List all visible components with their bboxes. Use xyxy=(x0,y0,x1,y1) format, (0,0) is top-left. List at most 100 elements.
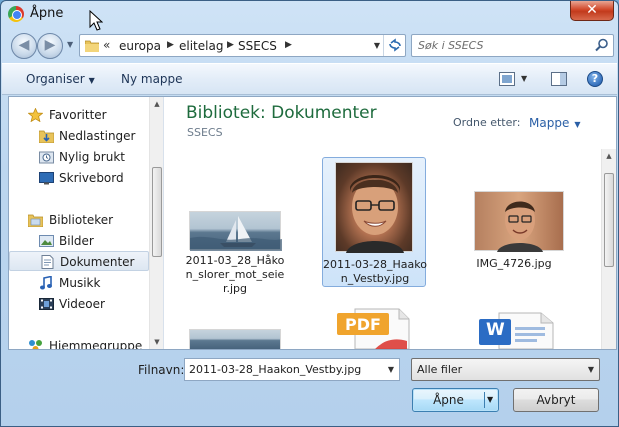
word-file-icon[interactable]: W xyxy=(475,309,555,349)
sidebar-item-label: Hjemmegruppe xyxy=(49,339,143,349)
search-icon[interactable] xyxy=(595,38,609,52)
sidebar-item-libraries[interactable]: Biblioteker xyxy=(9,210,149,230)
chevron-down-icon: ▼ xyxy=(574,120,581,129)
portrait-image xyxy=(497,200,543,252)
sidebar-item-label: Favoritter xyxy=(49,108,107,122)
sidebar-item-label: Musikk xyxy=(59,276,101,290)
sidebar-item-recent[interactable]: Nylig brukt xyxy=(9,147,149,167)
sidebar-item-label: Nedlastinger xyxy=(59,129,136,143)
view-options-icon[interactable] xyxy=(499,72,515,86)
sidebar-item-favorites[interactable]: Favoritter xyxy=(9,105,149,125)
library-subtitle: SSECS xyxy=(187,126,223,139)
sidebar-item-homegroup[interactable]: Hjemmegruppe xyxy=(9,336,149,349)
preview-pane-icon[interactable] xyxy=(551,72,567,86)
libraries-icon xyxy=(28,214,43,227)
split-divider xyxy=(484,392,485,408)
title-bar: Åpne ✕ xyxy=(1,1,618,31)
videos-library-icon xyxy=(39,298,54,310)
file-thumbnail xyxy=(335,162,413,253)
breadcrumb-europa[interactable]: europa xyxy=(119,39,161,53)
scroll-down-icon[interactable]: ▼ xyxy=(150,335,163,349)
file-item-selected[interactable]: 2011-03-28_Haakon_Vestby.jpg xyxy=(322,157,427,287)
scroll-up-icon[interactable]: ▲ xyxy=(150,97,163,111)
downloads-folder-icon xyxy=(39,130,54,143)
sidebar-item-videos[interactable]: Videoer xyxy=(9,294,149,314)
sidebar-item-music[interactable]: Musikk xyxy=(9,273,149,293)
homegroup-icon xyxy=(29,340,42,349)
breadcrumb-elitelag[interactable]: elitelag xyxy=(179,39,223,53)
library-title: Bibliotek: Dokumenter xyxy=(186,103,377,123)
navigation-bar: ◀ ▶ ▼ « europa ▶ elitelag ▶ SSECS ▶ ▼ xyxy=(1,29,618,61)
recent-places-icon xyxy=(39,151,54,164)
organize-menu-button[interactable]: Organiser ▼ xyxy=(26,72,95,86)
sidebar-item-label: Biblioteker xyxy=(49,213,114,227)
address-bar[interactable]: « europa ▶ elitelag ▶ SSECS ▶ ▼ xyxy=(79,34,406,57)
file-thumbnail xyxy=(189,211,282,251)
sidebar-item-desktop[interactable]: Skrivebord xyxy=(9,168,149,188)
open-file-dialog: Åpne ✕ ◀ ▶ ▼ « europa ▶ elitelag ▶ SSECS… xyxy=(0,0,619,427)
open-options-dropdown-icon[interactable]: ▼ xyxy=(487,389,493,411)
chrome-icon xyxy=(8,6,24,22)
recent-locations-dropdown[interactable]: ▼ xyxy=(67,40,73,49)
filename-input[interactable]: 2011-03-28_Haakon_Vestby.jpg ▼ xyxy=(184,358,400,381)
word-badge: W xyxy=(486,320,505,340)
content-area: Favoritter Nedlastinger Nylig brukt Skri… xyxy=(8,96,617,350)
file-type-filter[interactable]: Alle filer ▼ xyxy=(411,358,600,381)
file-list-pane: Bibliotek: Dokumenter SSECS Ordne etter:… xyxy=(165,97,616,349)
sidebar-item-label: Bilder xyxy=(59,234,94,248)
close-button[interactable]: ✕ xyxy=(570,1,614,21)
filename-label: Filnavn: xyxy=(138,363,185,377)
back-button[interactable]: ◀ xyxy=(11,33,37,59)
search-input[interactable] xyxy=(418,37,588,54)
help-button[interactable]: ? xyxy=(587,71,603,87)
breadcrumb-overflow[interactable]: « xyxy=(103,38,110,52)
new-folder-button[interactable]: Ny mappe xyxy=(121,72,183,86)
sort-by-label: Ordne etter: xyxy=(453,116,521,129)
forward-button[interactable]: ▶ xyxy=(37,33,63,59)
sailboat-image xyxy=(190,216,282,251)
organize-label: Organiser xyxy=(26,72,85,86)
folder-icon xyxy=(85,40,99,52)
scroll-up-icon[interactable]: ▲ xyxy=(602,149,616,163)
file-list-scrollbar[interactable]: ▲ xyxy=(601,149,616,349)
view-dropdown-icon[interactable]: ▼ xyxy=(521,74,527,83)
documents-library-icon xyxy=(41,255,54,269)
file-name: 2011-03_28_Håkon_slorer_mot_seier.jpg xyxy=(185,254,285,295)
pdf-file-icon[interactable]: PDF xyxy=(335,307,415,349)
refresh-button[interactable] xyxy=(383,35,405,56)
pdf-badge: PDF xyxy=(345,315,381,334)
breadcrumb-separator-icon[interactable]: ▶ xyxy=(285,40,292,50)
chevron-down-icon[interactable]: ▼ xyxy=(388,365,394,374)
file-thumbnail-partial[interactable] xyxy=(189,329,281,349)
chevron-down-icon: ▼ xyxy=(587,365,594,374)
refresh-icon xyxy=(388,38,401,52)
scrollbar-thumb[interactable] xyxy=(152,167,162,257)
sidebar-item-label: Skrivebord xyxy=(59,171,124,185)
file-thumbnail xyxy=(474,191,564,252)
sidebar-item-downloads[interactable]: Nedlastinger xyxy=(9,126,149,146)
address-dropdown-icon[interactable]: ▼ xyxy=(374,41,380,50)
music-library-icon xyxy=(40,276,52,290)
breadcrumb-separator-icon[interactable]: ▶ xyxy=(227,40,234,50)
sort-by-value: Mappe xyxy=(529,116,570,130)
file-item[interactable]: 2011-03_28_Håkon_slorer_mot_seier.jpg xyxy=(183,157,287,295)
navigation-pane: Favoritter Nedlastinger Nylig brukt Skri… xyxy=(9,97,164,349)
breadcrumb-separator-icon[interactable]: ▶ xyxy=(167,40,174,50)
portrait-image xyxy=(346,175,404,253)
open-button[interactable]: Åpne ▼ xyxy=(412,388,499,412)
search-box[interactable] xyxy=(411,34,614,57)
file-type-value: Alle filer xyxy=(417,363,463,376)
sidebar-item-pictures[interactable]: Bilder xyxy=(9,231,149,251)
sidebar-item-documents[interactable]: Dokumenter xyxy=(9,251,149,271)
navigation-pane-scrollbar[interactable]: ▲ ▼ xyxy=(149,97,163,349)
desktop-icon xyxy=(39,172,54,185)
open-button-label: Åpne xyxy=(433,393,464,407)
scrollbar-thumb[interactable] xyxy=(604,173,614,267)
file-item[interactable]: IMG_4726.jpg xyxy=(462,157,566,287)
star-icon xyxy=(28,108,43,122)
cancel-button[interactable]: Avbryt xyxy=(513,388,599,412)
breadcrumb-ssecs[interactable]: SSECS xyxy=(238,39,277,53)
sort-by-dropdown[interactable]: Mappe ▼ xyxy=(529,116,580,130)
command-toolbar: Organiser ▼ Ny mappe ▼ ? xyxy=(2,63,617,95)
chevron-down-icon: ▼ xyxy=(88,76,95,85)
